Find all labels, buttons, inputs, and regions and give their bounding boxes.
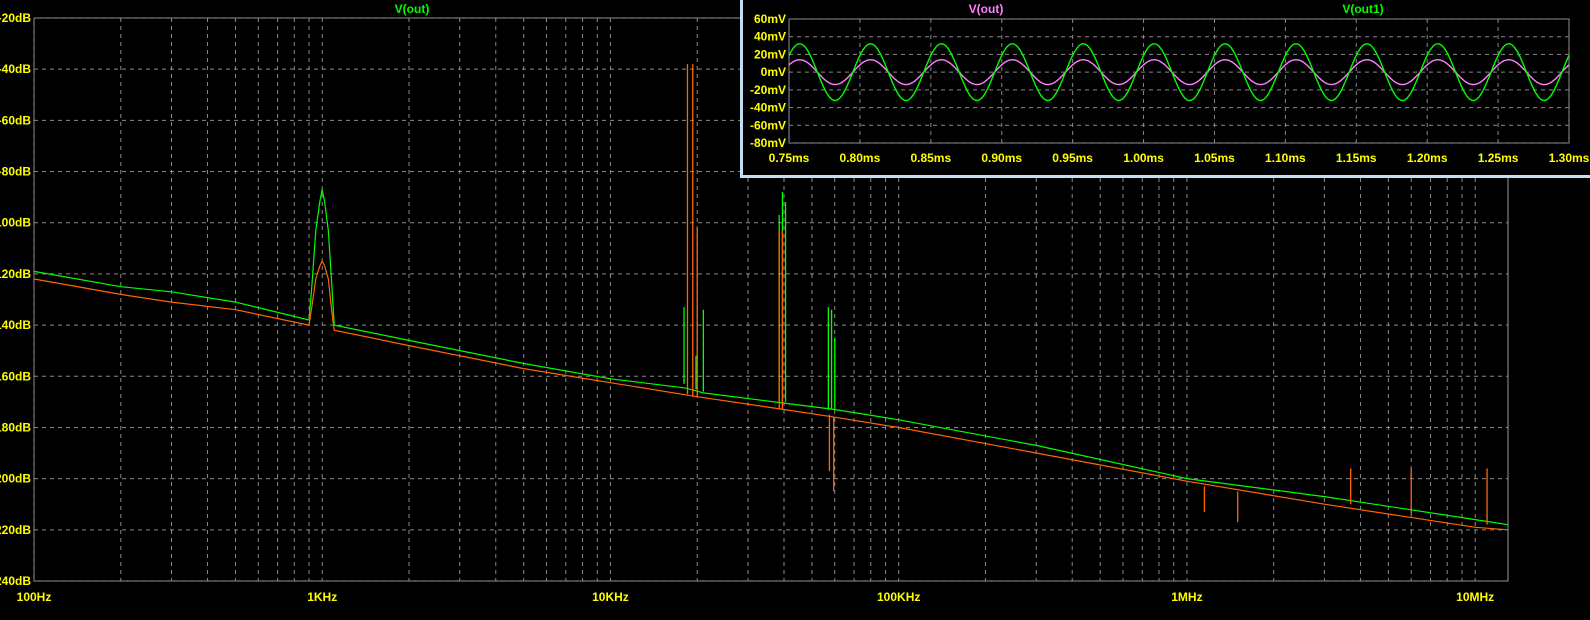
y-axis-ticks: -20dB -40dB -60dB -80dB 100dB 120dB 140dB 160dB…: [0, 11, 31, 588]
y-tick-label: 120dB: [0, 267, 31, 281]
inset-x-tick-label: 1.20ms: [1407, 151, 1448, 165]
y-tick-label: 100dB: [0, 216, 31, 230]
inset-x-tick-label: 1.30ms: [1549, 151, 1590, 165]
inset-x-tick-label: 1.15ms: [1336, 151, 1377, 165]
y-tick-label: 220dB: [0, 523, 31, 537]
x-tick-label: 100KHz: [877, 590, 920, 604]
inset-y-tick-label: 0mV: [761, 65, 786, 79]
inset-y-tick-label: -20mV: [750, 83, 786, 97]
inset-plot-window[interactable]: 60mV 40mV 20mV 0mV -20mV -40mV -60mV -80mV 0.75…: [740, 0, 1590, 178]
inset-x-tick-label: 1.00ms: [1123, 151, 1164, 165]
x-tick-label: 10KHz: [592, 590, 629, 604]
trace-label-vout[interactable]: V(out): [969, 2, 1004, 16]
x-axis-ticks: 100Hz 1KHz 10KHz 100KHz 1MHz 10MHz: [17, 590, 1495, 604]
inset-y-tick-label: 60mV: [754, 12, 786, 26]
inset-x-tick-label: 0.75ms: [769, 151, 810, 165]
inset-y-tick-label: 20mV: [754, 47, 786, 61]
trace-label-vout1[interactable]: V(out1): [1342, 2, 1383, 16]
y-tick-label: 140dB: [0, 318, 31, 332]
y-tick-label: -20dB: [0, 11, 31, 25]
inset-x-tick-label: 0.90ms: [981, 151, 1022, 165]
x-tick-label: 1KHz: [307, 590, 337, 604]
inset-x-tick-label: 1.25ms: [1478, 151, 1519, 165]
waveform-chart: 60mV 40mV 20mV 0mV -20mV -40mV -60mV -80mV 0.75…: [750, 2, 1590, 165]
inset-x-tick-label: 0.80ms: [840, 151, 881, 165]
x-tick-label: 10MHz: [1456, 590, 1494, 604]
y-tick-label: -60dB: [0, 113, 31, 127]
y-tick-label: 180dB: [0, 420, 31, 434]
inset-y-tick-label: -60mV: [750, 118, 786, 132]
y-tick-label: -80dB: [0, 165, 31, 179]
inset-plot-area: [788, 18, 1570, 144]
inset-y-tick-label: -40mV: [750, 101, 786, 115]
inset-x-tick-label: 0.95ms: [1052, 151, 1093, 165]
inset-y-tick-label: -80mV: [750, 136, 786, 150]
inset-x-tick-label: 1.10ms: [1265, 151, 1306, 165]
inset-x-tick-label: 0.85ms: [910, 151, 951, 165]
trace-label[interactable]: V(out): [395, 2, 430, 16]
inset-y-axis-ticks: 60mV 40mV 20mV 0mV -20mV -40mV -60mV -80mV: [750, 12, 786, 150]
y-tick-label: 240dB: [0, 574, 31, 588]
x-tick-label: 100Hz: [17, 590, 52, 604]
y-tick-label: 160dB: [0, 369, 31, 383]
inset-x-tick-label: 1.05ms: [1194, 151, 1235, 165]
y-tick-label: 200dB: [0, 472, 31, 486]
inset-y-tick-label: 40mV: [754, 30, 786, 44]
y-tick-label: -40dB: [0, 62, 31, 76]
inset-x-axis-ticks: 0.75ms 0.80ms 0.85ms 0.90ms 0.95ms 1.00ms 1.05…: [769, 151, 1590, 165]
x-tick-label: 1MHz: [1171, 590, 1202, 604]
